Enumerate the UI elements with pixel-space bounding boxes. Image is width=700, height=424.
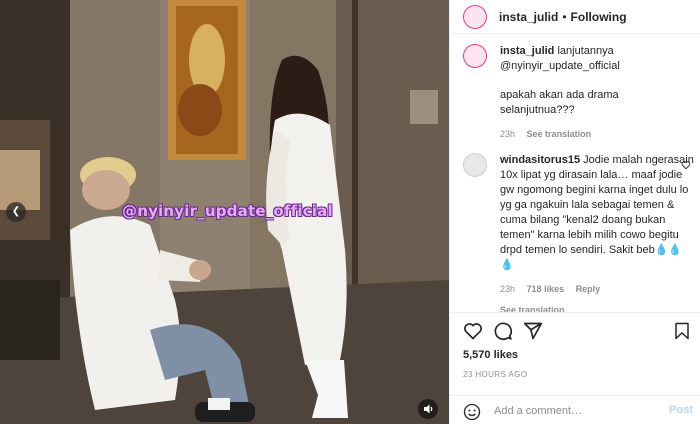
chevron-left-icon: ❮	[11, 206, 21, 217]
comment-likes[interactable]: 718 likes	[527, 284, 565, 294]
emoji-icon[interactable]	[463, 403, 481, 421]
caption-text-1: lanjutannya	[557, 45, 614, 57]
comment-text: Jodie malah ngerasain 10x lipat yg diras…	[500, 154, 694, 271]
comment-like-icon[interactable]	[681, 160, 691, 170]
likes-count[interactable]: 5,570 likes	[463, 349, 518, 361]
caption-username[interactable]: insta_julid	[500, 45, 554, 57]
commenter-avatar[interactable]	[463, 153, 487, 177]
author-username[interactable]: insta_julid	[499, 10, 558, 24]
mute-button[interactable]	[418, 399, 438, 419]
caption: insta_julid lanjutannya @nyinyir_update_…	[463, 44, 695, 142]
add-comment-bar: Post	[450, 395, 700, 424]
header-separator: •	[562, 9, 567, 24]
post-time-ago[interactable]: 23 HOURS AGO	[463, 370, 527, 379]
bookmark-icon[interactable]	[673, 321, 691, 341]
caption-text-3: apakah akan ada drama	[500, 89, 619, 101]
author-avatar[interactable]	[463, 4, 487, 29]
caption-text-4: selanjutnua???	[500, 104, 575, 116]
volume-icon	[424, 404, 433, 414]
share-icon[interactable]	[523, 321, 543, 341]
post-header: insta_julid • Following	[450, 0, 700, 34]
following-button[interactable]: Following	[571, 10, 627, 24]
post-actions: 5,570 likes 23 HOURS AGO Post	[450, 312, 700, 424]
caption-see-translation[interactable]: See translation	[527, 129, 592, 139]
post-media[interactable]: @nyinyir_update_official ❮	[0, 0, 449, 424]
post-comment-button[interactable]: Post	[669, 404, 693, 416]
comment-item: windasitorus15 Jodie malah ngerasain 10x…	[463, 153, 695, 318]
post-sidebar: insta_julid • Following insta_julid lanj…	[449, 0, 700, 424]
caption-time[interactable]: 23h	[500, 129, 515, 139]
commenter-username[interactable]: windasitorus15	[500, 154, 580, 166]
video-watermark: @nyinyir_update_official	[122, 202, 333, 220]
caption-avatar[interactable]	[463, 44, 487, 68]
comment-reply-button[interactable]: Reply	[576, 284, 601, 294]
comment-time[interactable]: 23h	[500, 284, 515, 294]
caption-mention[interactable]: @nyinyir_update_official	[500, 59, 686, 74]
previous-slide-button[interactable]: ❮	[6, 202, 26, 222]
heart-icon[interactable]	[463, 321, 483, 341]
add-comment-input[interactable]	[494, 402, 654, 420]
comment-icon[interactable]	[493, 321, 513, 341]
